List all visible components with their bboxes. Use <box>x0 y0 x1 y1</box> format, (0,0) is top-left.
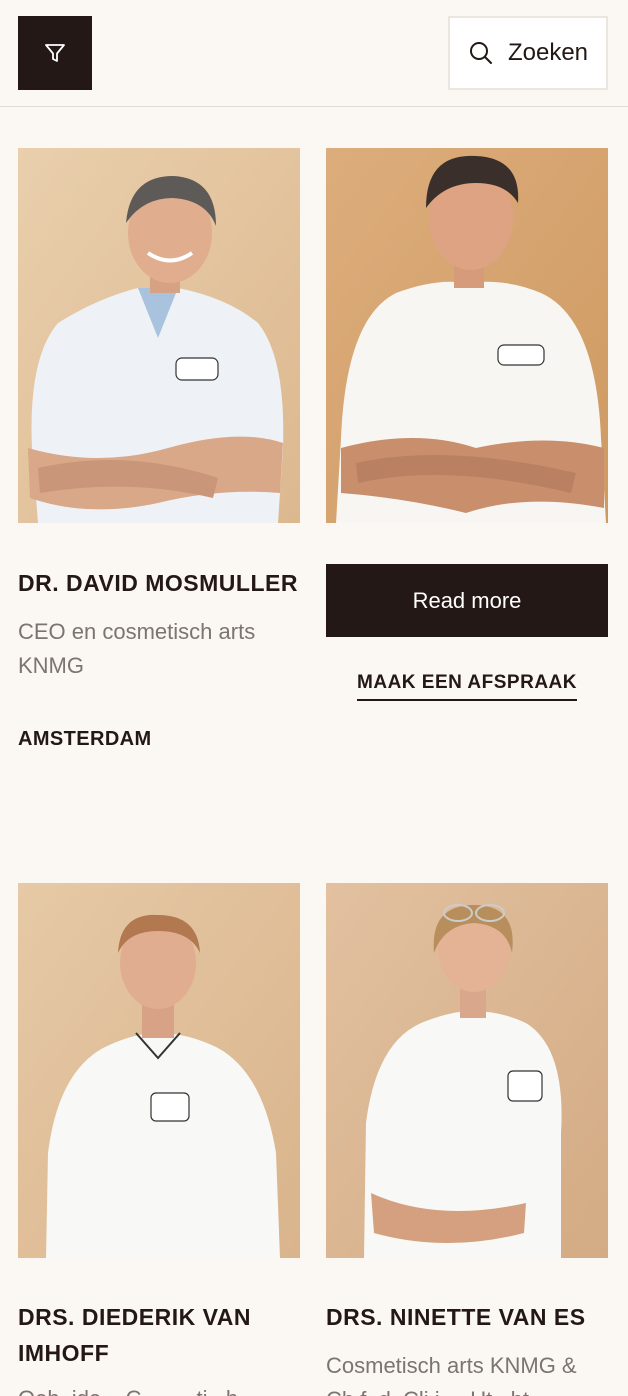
doctor-role-line-1: Cosmetisch arts KNMG & <box>326 1353 577 1378</box>
doctor-photo-mosmuller[interactable] <box>18 148 300 523</box>
filter-icon <box>45 44 65 62</box>
doctor-role-van-imhoff: Oeh ide C ti h <box>18 1382 308 1396</box>
doctor-name-van-imhoff[interactable]: DRS. DIEDERIK VAN IMHOFF <box>18 1299 308 1371</box>
doctor-role-line-2: Ch f d Cli i Ut ht <box>326 1383 616 1396</box>
doctor-photo-van-es[interactable] <box>326 883 608 1258</box>
header-bar: Zoeken <box>0 0 628 107</box>
filter-button[interactable] <box>18 16 92 90</box>
doctor-name-line-2: IMHOFF <box>18 1340 110 1366</box>
search-icon <box>469 42 492 64</box>
read-more-button[interactable]: Read more <box>326 564 608 637</box>
doctor-role-mosmuller: CEO en cosmetisch arts KNMG <box>18 619 256 678</box>
doctor-photo-van-imhoff[interactable] <box>18 883 300 1258</box>
doctor-role-van-es: Cosmetisch arts KNMG & Ch f d Cli i Ut h… <box>326 1349 616 1396</box>
search-label: Zoeken <box>507 39 589 66</box>
doctor-name-van-es[interactable]: DRS. NINETTE VAN ES <box>326 1299 616 1335</box>
search-button[interactable]: Zoeken <box>448 16 608 90</box>
doctor-name-mosmuller[interactable]: DR. DAVID MOSMULLER <box>18 565 308 601</box>
doctor-name-line-1: DRS. DIEDERIK VAN <box>18 1304 251 1330</box>
appointment-link-wrapper: MAAK EEN AFSPRAAK <box>326 672 608 701</box>
doctor-photo-second[interactable] <box>326 148 608 523</box>
make-appointment-link[interactable]: MAAK EEN AFSPRAAK <box>357 672 577 701</box>
doctor-city-mosmuller: AMSTERDAM <box>18 728 152 750</box>
